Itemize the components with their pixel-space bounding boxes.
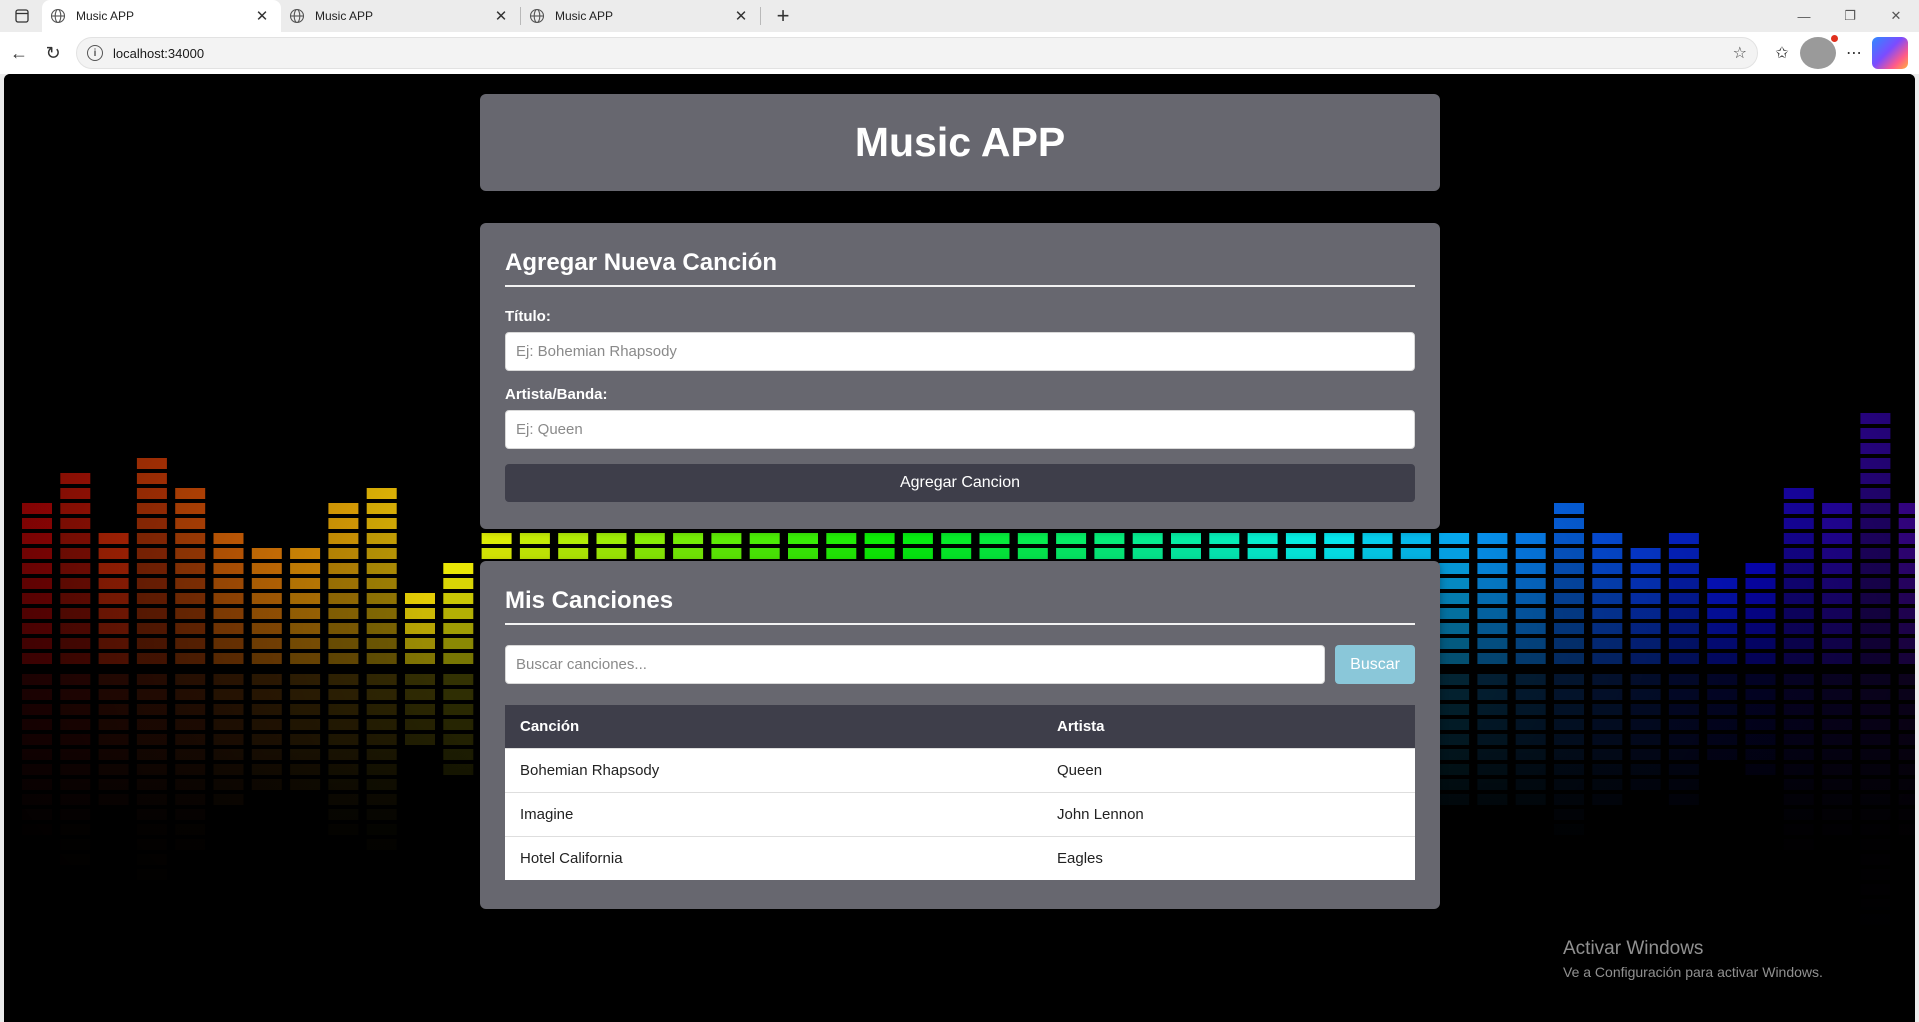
- profile-button[interactable]: [1800, 35, 1838, 69]
- url-text[interactable]: localhost:34000: [113, 46, 1733, 61]
- column-header-artist: Artista: [1057, 717, 1105, 735]
- refresh-icon[interactable]: ↻: [36, 36, 70, 70]
- minimize-icon[interactable]: —: [1781, 0, 1827, 32]
- column-header-song: Canción: [520, 717, 580, 735]
- songs-heading: Mis Canciones: [505, 561, 1415, 625]
- close-tab-icon[interactable]: ✕: [732, 7, 750, 25]
- watermark-subtitle: Ve a Configuración para activar Windows.: [1563, 964, 1823, 980]
- song-cell: Imagine: [505, 791, 1042, 836]
- close-window-icon[interactable]: ✕: [1873, 0, 1919, 32]
- search-input[interactable]: [505, 645, 1326, 684]
- search-button[interactable]: Buscar: [1335, 645, 1415, 684]
- close-tab-icon[interactable]: ✕: [253, 7, 271, 25]
- artist-cell: Eagles: [1042, 835, 1415, 880]
- window-controls: — ❐ ✕: [1781, 0, 1919, 32]
- title-input[interactable]: [505, 332, 1415, 371]
- favorite-star-icon[interactable]: ☆: [1733, 43, 1747, 63]
- browser-tab-3[interactable]: Music APP ✕: [521, 0, 760, 32]
- browser-tab-2[interactable]: Music APP ✕: [281, 0, 520, 32]
- tab-title: Music APP: [76, 9, 135, 23]
- back-arrow-icon[interactable]: ←: [2, 36, 36, 70]
- copilot-button[interactable]: [1872, 37, 1908, 69]
- avatar: [1800, 35, 1838, 69]
- site-info-icon[interactable]: i: [87, 45, 103, 61]
- tab-title: Music APP: [315, 9, 374, 23]
- page-viewport: Music APP Agregar Nueva Canción Título: …: [4, 74, 1915, 1022]
- search-row: Buscar: [505, 645, 1415, 684]
- table-row: Hotel California Eagles: [505, 835, 1415, 880]
- address-toolbar: ← ↻ i localhost:34000 ☆ ✩ ⋯: [0, 32, 1919, 74]
- add-song-heading: Agregar Nueva Canción: [505, 223, 1415, 287]
- tab-divider: [760, 7, 761, 25]
- artist-input[interactable]: [505, 410, 1415, 449]
- songs-panel: Mis Canciones Buscar Canción Artista Boh…: [480, 561, 1440, 909]
- artist-label: Artista/Banda:: [505, 386, 608, 403]
- windows-activation-watermark: Activar Windows Ve a Configuración para …: [1563, 938, 1823, 980]
- favorites-icon[interactable]: ✩: [1764, 37, 1800, 69]
- browser-tab-strip: Music APP ✕ Music APP ✕ Music APP ✕ + — …: [0, 0, 1919, 32]
- artist-cell: John Lennon: [1042, 791, 1415, 836]
- new-tab-icon[interactable]: +: [771, 3, 795, 29]
- globe-icon: [50, 8, 66, 24]
- tab-actions-icon[interactable]: [12, 7, 32, 25]
- song-cell: Hotel California: [505, 835, 1042, 880]
- add-song-button[interactable]: Agregar Cancion: [505, 464, 1415, 502]
- more-menu-icon[interactable]: ⋯: [1836, 37, 1872, 69]
- address-bar[interactable]: i localhost:34000 ☆: [76, 37, 1758, 69]
- song-cell: Bohemian Rhapsody: [505, 747, 1042, 792]
- close-tab-icon[interactable]: ✕: [492, 7, 510, 25]
- artist-cell: Queen: [1042, 747, 1415, 792]
- title-label: Título:: [505, 308, 551, 325]
- copilot-icon: [1872, 37, 1908, 69]
- app-header: Music APP: [480, 94, 1440, 191]
- globe-icon: [529, 8, 545, 24]
- app-title: Music APP: [854, 119, 1066, 165]
- table-row: Imagine John Lennon: [505, 791, 1415, 836]
- tab-title: Music APP: [555, 9, 614, 23]
- restore-icon[interactable]: ❐: [1827, 0, 1873, 32]
- add-song-form: Agregar Nueva Canción Título: Artista/Ba…: [480, 223, 1440, 529]
- table-header-row: Canción Artista: [505, 705, 1415, 748]
- songs-table: Canción Artista Bohemian Rhapsody Queen …: [505, 705, 1415, 880]
- table-row: Bohemian Rhapsody Queen: [505, 747, 1415, 792]
- browser-tab-1[interactable]: Music APP ✕: [42, 0, 281, 32]
- watermark-title: Activar Windows: [1563, 938, 1704, 959]
- globe-icon: [289, 8, 305, 24]
